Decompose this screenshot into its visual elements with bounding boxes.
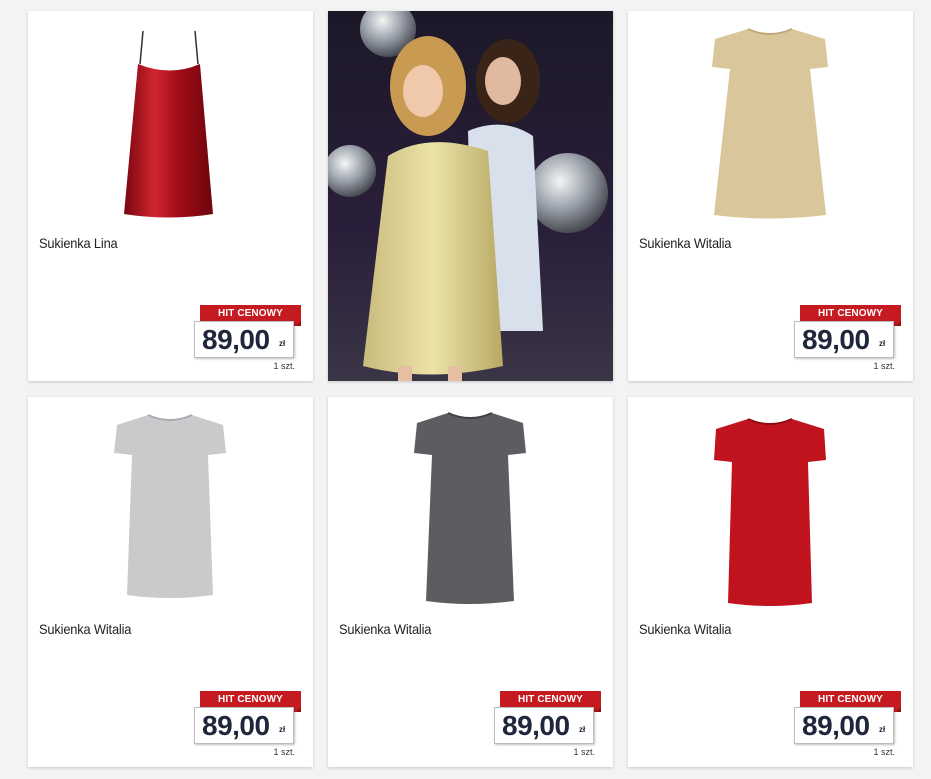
product-card[interactable]: Sukienka Witalia HIT CENOWY 89,00 zł 1 s… [28, 397, 313, 767]
price-box: 89,00 zł [794, 707, 894, 744]
product-name[interactable]: Sukienka Witalia [339, 621, 431, 637]
unit-label: 1 szt. [573, 747, 595, 757]
unit-label: 1 szt. [273, 361, 295, 371]
product-card[interactable]: Sukienka Lina HIT CENOWY 89,00 zł 1 szt. [28, 11, 313, 381]
dress-image [114, 414, 226, 598]
price-currency: zł [579, 725, 586, 734]
product-card[interactable]: Sukienka Witalia HIT CENOWY 89,00 zł 1 s… [628, 397, 913, 767]
unit-label: 1 szt. [273, 747, 295, 757]
price-box: 89,00 zł [194, 321, 294, 358]
promo-photo [328, 11, 613, 381]
dress-image [414, 412, 526, 604]
price-value: 89,00 [202, 324, 270, 355]
product-name[interactable]: Sukienka Witalia [639, 235, 731, 251]
product-name[interactable]: Sukienka Witalia [639, 621, 731, 637]
price-currency: zł [279, 725, 286, 734]
unit-label: 1 szt. [873, 747, 895, 757]
price-value: 89,00 [802, 324, 870, 355]
price-value: 89,00 [802, 710, 870, 741]
dress-image [124, 30, 213, 218]
price-box: 89,00 zł [494, 707, 594, 744]
price-value: 89,00 [502, 710, 570, 741]
product-card[interactable]: Sukienka Witalia HIT CENOWY 89,00 zł 1 s… [628, 11, 913, 381]
price-box: 89,00 zł [794, 321, 894, 358]
price-box: 89,00 zł [194, 707, 294, 744]
price-currency: zł [279, 339, 286, 348]
dress-image [714, 418, 826, 606]
unit-label: 1 szt. [873, 361, 895, 371]
price-currency: zł [879, 339, 886, 348]
product-name[interactable]: Sukienka Lina [39, 235, 118, 251]
product-card[interactable]: Sukienka Witalia HIT CENOWY 89,00 zł 1 s… [328, 397, 613, 767]
price-currency: zł [879, 725, 886, 734]
product-name[interactable]: Sukienka Witalia [39, 621, 131, 637]
price-value: 89,00 [202, 710, 270, 741]
promo-image-card[interactable] [328, 11, 613, 381]
dress-image [712, 28, 828, 219]
